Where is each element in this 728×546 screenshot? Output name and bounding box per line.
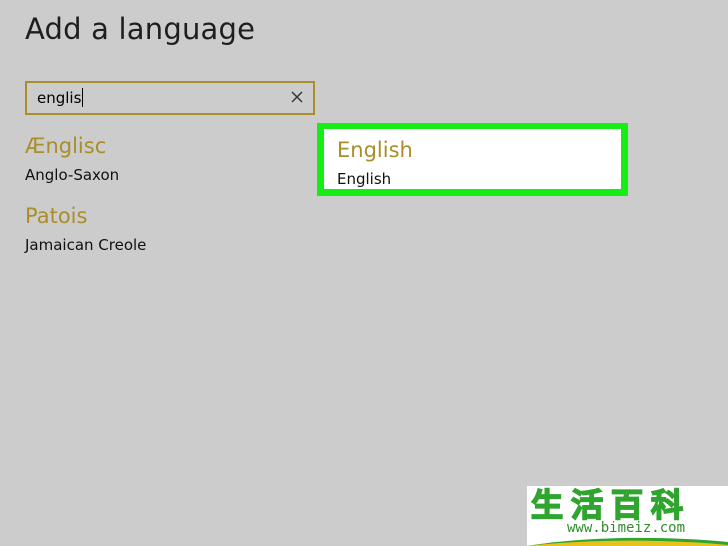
watermark-logo: 生 活 百 科 www.bimeiz.com (527, 486, 728, 546)
search-input[interactable]: englis (37, 87, 84, 109)
watermark-chars: 生 活 百 科 (530, 486, 684, 525)
language-native-name: Patois (25, 204, 88, 228)
page-title: Add a language (25, 12, 256, 46)
watermark-char: 科 (650, 486, 684, 525)
language-english-name: English (337, 170, 392, 188)
language-item-patois[interactable]: Patois Jamaican Creole (25, 204, 315, 274)
language-english-name: Anglo-Saxon (25, 166, 120, 184)
watermark-char: 百 (610, 486, 644, 525)
language-native-name: English (337, 138, 413, 162)
selection-highlight: English English (317, 123, 628, 196)
watermark-swoosh (527, 537, 728, 546)
search-box[interactable]: englis (25, 81, 315, 115)
language-item-english[interactable]: English English (324, 129, 621, 189)
watermark-char: 活 (570, 486, 604, 525)
language-item-anglisc[interactable]: Ænglisc Anglo-Saxon (25, 134, 315, 204)
search-input-value: englis (37, 89, 82, 107)
close-icon[interactable] (290, 90, 304, 104)
watermark-char: 生 (530, 486, 564, 525)
language-native-name: Ænglisc (25, 134, 107, 158)
text-caret (82, 88, 84, 107)
language-english-name: Jamaican Creole (25, 236, 147, 254)
